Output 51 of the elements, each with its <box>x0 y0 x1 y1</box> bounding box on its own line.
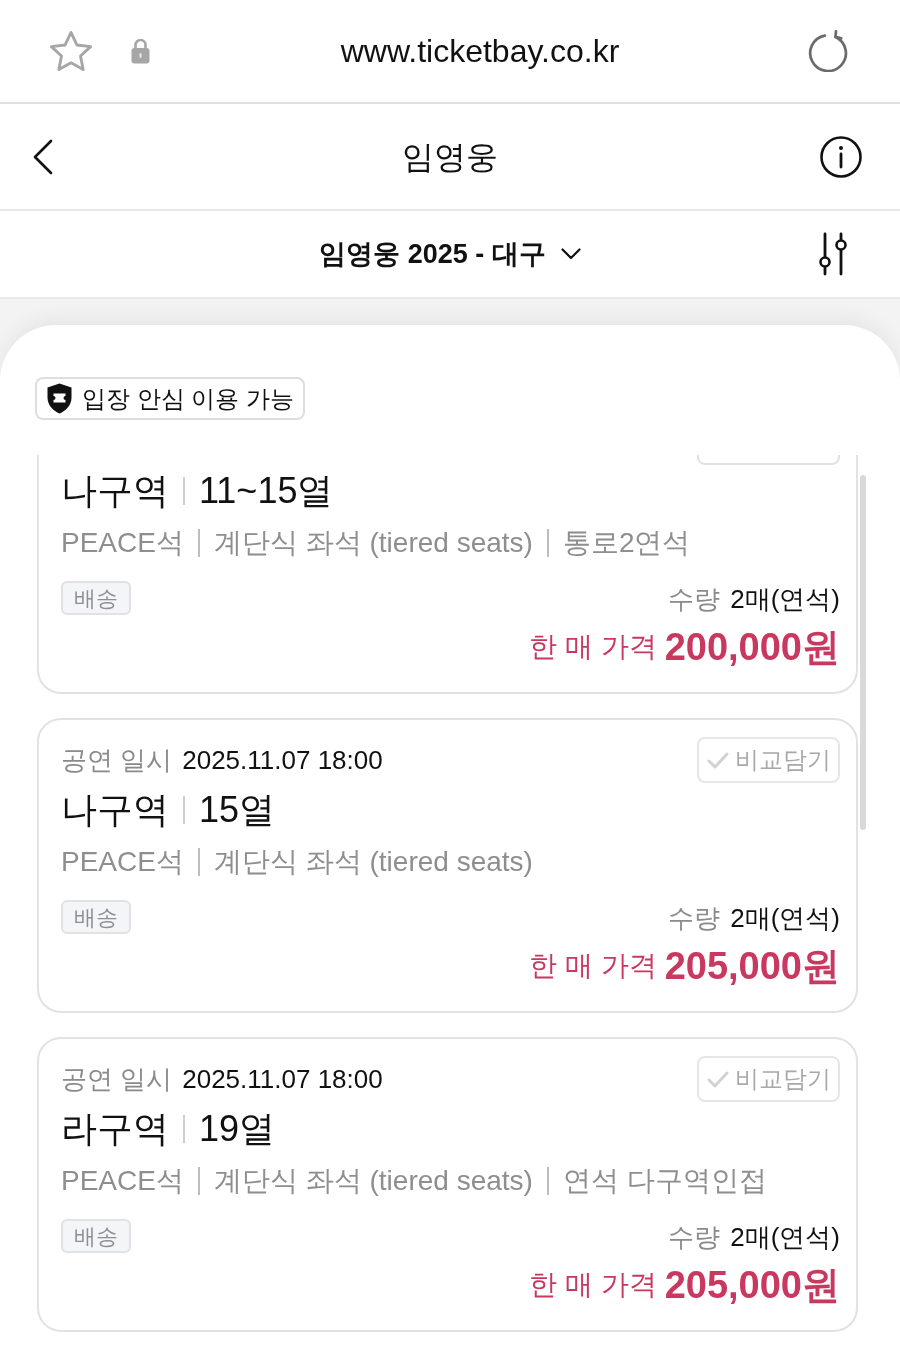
date-label: 공연 일시 <box>61 743 173 777</box>
seat-detail: 통로2연석 <box>562 526 691 560</box>
date-text: 2025.11.07 18:00 <box>182 743 383 777</box>
quantity-label: 수량 <box>668 582 721 616</box>
section-name: 나구역 <box>61 788 169 832</box>
row-range: 15열 <box>199 788 276 832</box>
price-label: 한 매 가격 <box>529 949 657 983</box>
listing-card[interactable]: 공연 일시 2025.11.07 18:00 비교담기 나구역 15열 PEACE석 계단식 좌석 (tiered seats) 배송 수량 2매(연석) 한 매 가격 205,000원 <box>37 718 858 1013</box>
seat-detail: PEACE석 <box>61 845 184 879</box>
filter-sliders-icon[interactable] <box>818 232 848 276</box>
seat-detail: 계단식 좌석 (tiered seats) <box>213 845 533 879</box>
info-icon[interactable] <box>820 135 862 178</box>
price-label: 한 매 가격 <box>529 630 657 664</box>
reload-icon[interactable] <box>808 30 848 72</box>
listing-card[interactable]: 나구역 11~15열 PEACE석 계단식 좌석 (tiered seats) 통로2연석 배송 수량 2매(연석) 한 매 가격 200,000원 <box>37 455 858 694</box>
date-label: 공연 일시 <box>61 1062 173 1096</box>
row-range: 19열 <box>199 1107 276 1151</box>
section-name: 라구역 <box>61 1107 169 1151</box>
seat-detail: 연석 다구역인접 <box>562 1164 767 1198</box>
shield-icon <box>46 383 73 414</box>
check-icon <box>706 1070 729 1088</box>
back-icon[interactable] <box>33 138 53 175</box>
date-text: 2025.11.07 18:00 <box>182 1062 383 1096</box>
quantity-value: 2매(연석) <box>730 1220 840 1254</box>
event-selector[interactable]: 임영웅 2025 - 대구 <box>319 233 546 275</box>
check-icon <box>706 751 729 769</box>
star-icon[interactable] <box>50 31 92 71</box>
price-label: 한 매 가격 <box>529 1268 657 1302</box>
seat-detail: 계단식 좌석 (tiered seats) <box>213 526 533 560</box>
listing-card[interactable]: 공연 일시 2025.11.07 18:00 비교담기 라구역 19열 PEACE석 계단식 좌석 (tiered seats) 연석 다구역인접 배송 수량 2매(연석) 한 매 가격 205,000원 <box>37 1037 858 1332</box>
price-value: 205,000원 <box>664 943 840 989</box>
seat-detail: 계단식 좌석 (tiered seats) <box>213 1164 533 1198</box>
price-value: 205,000원 <box>664 1262 840 1308</box>
scrollbar-thumb[interactable] <box>860 475 866 830</box>
page-title: 임영웅 <box>402 137 498 177</box>
chevron-down-icon[interactable] <box>560 248 581 260</box>
delivery-tag: 배송 <box>61 900 131 934</box>
url-text[interactable]: www.ticketbay.co.kr <box>340 27 620 75</box>
quantity-label: 수량 <box>668 1220 721 1254</box>
seat-detail: PEACE석 <box>61 526 184 560</box>
price-value: 200,000원 <box>664 624 840 670</box>
quantity-label: 수량 <box>668 901 721 935</box>
row-range: 11~15열 <box>199 469 334 513</box>
seat-detail: PEACE석 <box>61 1164 184 1198</box>
delivery-tag: 배송 <box>61 1219 131 1253</box>
quantity-value: 2매(연석) <box>730 582 840 616</box>
badge-label: 입장 안심 이용 가능 <box>82 383 294 414</box>
quantity-value: 2매(연석) <box>730 901 840 935</box>
delivery-tag: 배송 <box>61 581 131 615</box>
section-name: 나구역 <box>61 469 169 513</box>
lock-icon <box>130 38 151 64</box>
